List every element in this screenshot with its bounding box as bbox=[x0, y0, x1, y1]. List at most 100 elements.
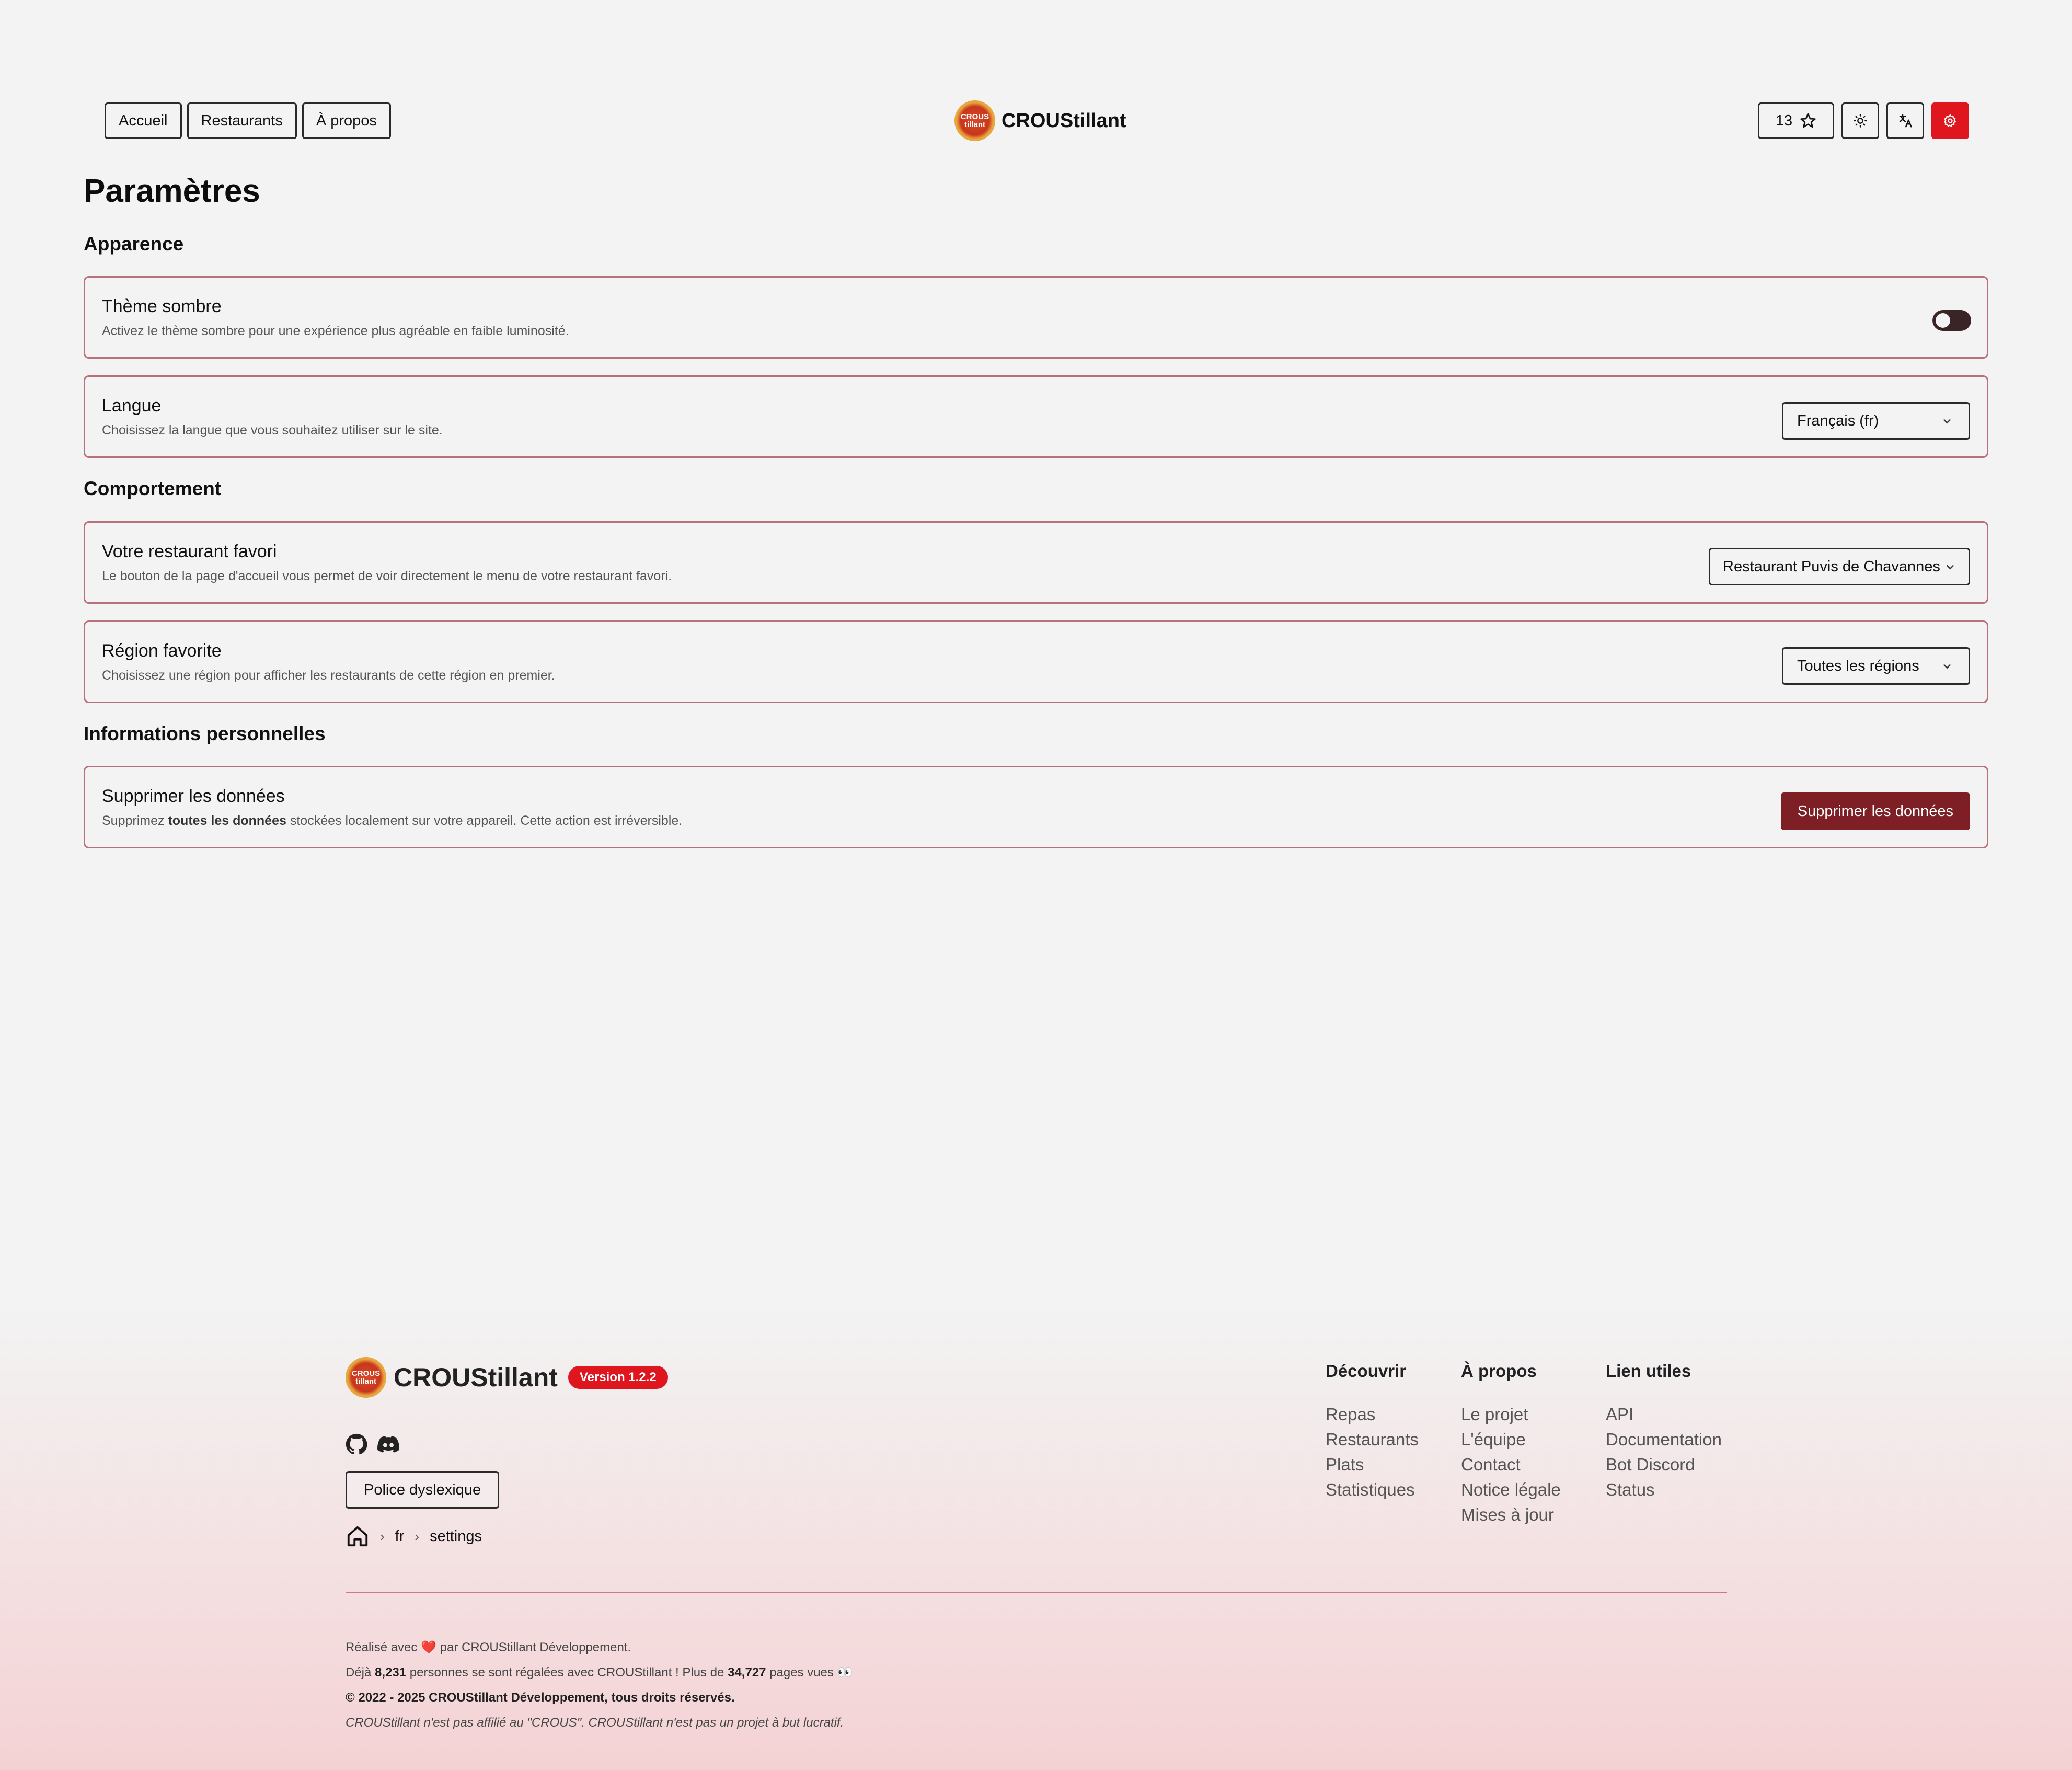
favorite-restaurant-card: Votre restaurant favori Le bouton de la … bbox=[84, 521, 1988, 604]
brand-name: CROUStillant bbox=[1002, 109, 1126, 132]
footer-col-title: Lien utiles bbox=[1606, 1361, 1691, 1381]
dark-theme-toggle[interactable] bbox=[1932, 310, 1971, 331]
footer-link-repas[interactable]: Repas bbox=[1326, 1402, 1419, 1427]
footer-brand[interactable]: CROUS tillant CROUStillant Version 1.2.2 bbox=[346, 1357, 668, 1398]
delete-desc-prefix: Supprimez bbox=[102, 813, 168, 828]
footer-link-plats[interactable]: Plats bbox=[1326, 1452, 1419, 1477]
logo-text-top: CROUS bbox=[960, 112, 989, 121]
logo-text-bottom: tillant bbox=[964, 120, 985, 129]
breadcrumb: › fr › settings bbox=[346, 1524, 482, 1548]
logo-text-top: CROUS bbox=[351, 1369, 381, 1378]
footer-brand-name: CROUStillant bbox=[394, 1363, 558, 1392]
delete-desc-bold: toutes les données bbox=[168, 813, 286, 828]
footer-link-updates[interactable]: Mises à jour bbox=[1461, 1502, 1561, 1527]
settings-button[interactable] bbox=[1931, 102, 1969, 139]
favorite-region-title: Région favorite bbox=[102, 641, 222, 661]
made-with-prefix: Réalisé avec bbox=[346, 1640, 421, 1654]
nav-restaurants-button[interactable]: Restaurants bbox=[187, 102, 297, 139]
footer-logo: CROUS tillant bbox=[346, 1357, 386, 1398]
section-appearance: Apparence bbox=[84, 233, 184, 255]
favorite-restaurant-title: Votre restaurant favori bbox=[102, 542, 277, 561]
heart-icon: ❤️ bbox=[421, 1640, 436, 1654]
favorite-restaurant-desc: Le bouton de la page d'accueil vous perm… bbox=[102, 569, 672, 583]
footer-divider bbox=[346, 1592, 1727, 1593]
theme-toggle-button[interactable] bbox=[1841, 102, 1879, 139]
delete-data-card: Supprimer les données Supprimez toutes l… bbox=[84, 766, 1988, 848]
delete-data-title: Supprimer les données bbox=[102, 786, 285, 806]
breadcrumb-separator: › bbox=[415, 1528, 420, 1544]
page-title: Paramètres bbox=[84, 173, 260, 209]
github-stars-button[interactable]: 13 bbox=[1758, 102, 1834, 139]
version-badge: Version 1.2.2 bbox=[568, 1366, 668, 1389]
nav-a-propos-button[interactable]: À propos bbox=[302, 102, 391, 139]
dark-theme-card: Thème sombre Activez le thème sombre pou… bbox=[84, 276, 1988, 359]
favorite-region-desc: Choisissez une région pour afficher les … bbox=[102, 668, 555, 683]
favorite-region-select-value: Toutes les régions bbox=[1797, 657, 1919, 674]
stats-people-count: 8,231 bbox=[375, 1665, 407, 1680]
footer-link-equipe[interactable]: L'équipe bbox=[1461, 1427, 1561, 1452]
footer-link-contact[interactable]: Contact bbox=[1461, 1452, 1561, 1477]
translate-icon bbox=[1899, 114, 1912, 128]
favorite-restaurant-select-value: Restaurant Puvis de Chavannes bbox=[1723, 558, 1940, 575]
gear-icon bbox=[1943, 113, 1956, 127]
favorite-restaurant-select[interactable]: Restaurant Puvis de Chavannes bbox=[1709, 548, 1970, 585]
language-card: Langue Choisissez la langue que vous sou… bbox=[84, 375, 1988, 458]
footer-col-about: À propos Le projet L'équipe Contact Noti… bbox=[1461, 1361, 1561, 1527]
sun-icon bbox=[1854, 114, 1867, 128]
language-select[interactable]: Français (fr) bbox=[1782, 402, 1970, 440]
dyslexic-font-button[interactable]: Police dyslexique bbox=[346, 1471, 500, 1509]
stars-count: 13 bbox=[1775, 112, 1793, 129]
footer-link-notice[interactable]: Notice légale bbox=[1461, 1477, 1561, 1502]
delete-data-button[interactable]: Supprimer les données bbox=[1780, 792, 1970, 830]
favorite-region-select[interactable]: Toutes les régions bbox=[1782, 647, 1970, 685]
dark-theme-desc: Activez le thème sombre pour une expérie… bbox=[102, 324, 569, 338]
social-links bbox=[346, 1433, 400, 1455]
stats-text: pages vues 👀 bbox=[766, 1665, 853, 1680]
footer-link-statistiques[interactable]: Statistiques bbox=[1326, 1477, 1419, 1502]
main-nav: Accueil Restaurants À propos bbox=[105, 102, 391, 139]
footer-link-restaurants[interactable]: Restaurants bbox=[1326, 1427, 1419, 1452]
copyright-text: © 2022 - 2025 CROUStillant Développement… bbox=[346, 1691, 735, 1705]
section-behaviour: Comportement bbox=[84, 478, 222, 499]
footer-col-links: Lien utiles API Documentation Bot Discor… bbox=[1606, 1361, 1722, 1502]
delete-desc-suffix: stockées localement sur votre appareil. … bbox=[286, 813, 683, 828]
discord-icon[interactable] bbox=[377, 1433, 400, 1455]
footer-link-projet[interactable]: Le projet bbox=[1461, 1402, 1561, 1427]
logo-text-bottom: tillant bbox=[355, 1377, 376, 1386]
page: Accueil Restaurants À propos CROUS tilla… bbox=[0, 0, 2072, 1770]
copyright: © 2022 - 2025 CROUStillant Développement… bbox=[346, 1685, 853, 1710]
breadcrumb-separator: › bbox=[380, 1528, 385, 1544]
logo: CROUS tillant bbox=[954, 100, 995, 141]
language-title: Langue bbox=[102, 396, 162, 416]
footer-info: Réalisé avec ❤️ par CROUStillant Dévelop… bbox=[346, 1635, 853, 1735]
brand-link[interactable]: CROUS tillant CROUStillant bbox=[954, 100, 1126, 141]
footer-col-discover: Découvrir Repas Restaurants Plats Statis… bbox=[1326, 1361, 1419, 1502]
footer-link-api[interactable]: API bbox=[1606, 1402, 1722, 1427]
stats-text: personnes se sont régalées avec CROUStil… bbox=[406, 1665, 728, 1680]
github-icon[interactable] bbox=[346, 1433, 367, 1455]
home-icon[interactable] bbox=[346, 1524, 370, 1548]
language-button[interactable] bbox=[1886, 102, 1924, 139]
footer-link-documentation[interactable]: Documentation bbox=[1606, 1427, 1722, 1452]
footer-link-bot-discord[interactable]: Bot Discord bbox=[1606, 1452, 1722, 1477]
footer-col-title: Découvrir bbox=[1326, 1361, 1407, 1381]
chevron-down-icon bbox=[1943, 664, 1951, 669]
disclaimer: CROUStillant n'est pas affilié au "CROUS… bbox=[346, 1716, 844, 1730]
delete-data-desc: Supprimez toutes les données stockées lo… bbox=[102, 813, 682, 829]
chevron-down-icon bbox=[1946, 565, 1954, 570]
breadcrumb-item-fr[interactable]: fr bbox=[395, 1528, 405, 1545]
star-icon bbox=[1800, 113, 1816, 128]
stats-pages-count: 34,727 bbox=[728, 1665, 766, 1680]
stats-line: Déjà 8,231 personnes se sont régalées av… bbox=[346, 1660, 853, 1685]
chevron-down-icon bbox=[1943, 419, 1951, 424]
nav-accueil-button[interactable]: Accueil bbox=[105, 102, 182, 139]
section-personal: Informations personnelles bbox=[84, 723, 326, 744]
footer-link-status[interactable]: Status bbox=[1606, 1477, 1722, 1502]
footer-col-title: À propos bbox=[1461, 1361, 1537, 1381]
language-select-value: Français (fr) bbox=[1797, 412, 1879, 429]
header-actions: 13 bbox=[1758, 102, 1969, 139]
language-desc: Choisissez la langue que vous souhaitez … bbox=[102, 423, 443, 438]
made-with-line: Réalisé avec ❤️ par CROUStillant Dévelop… bbox=[346, 1635, 853, 1660]
breadcrumb-item-settings: settings bbox=[430, 1527, 482, 1545]
favorite-region-card: Région favorite Choisissez une région po… bbox=[84, 620, 1988, 703]
